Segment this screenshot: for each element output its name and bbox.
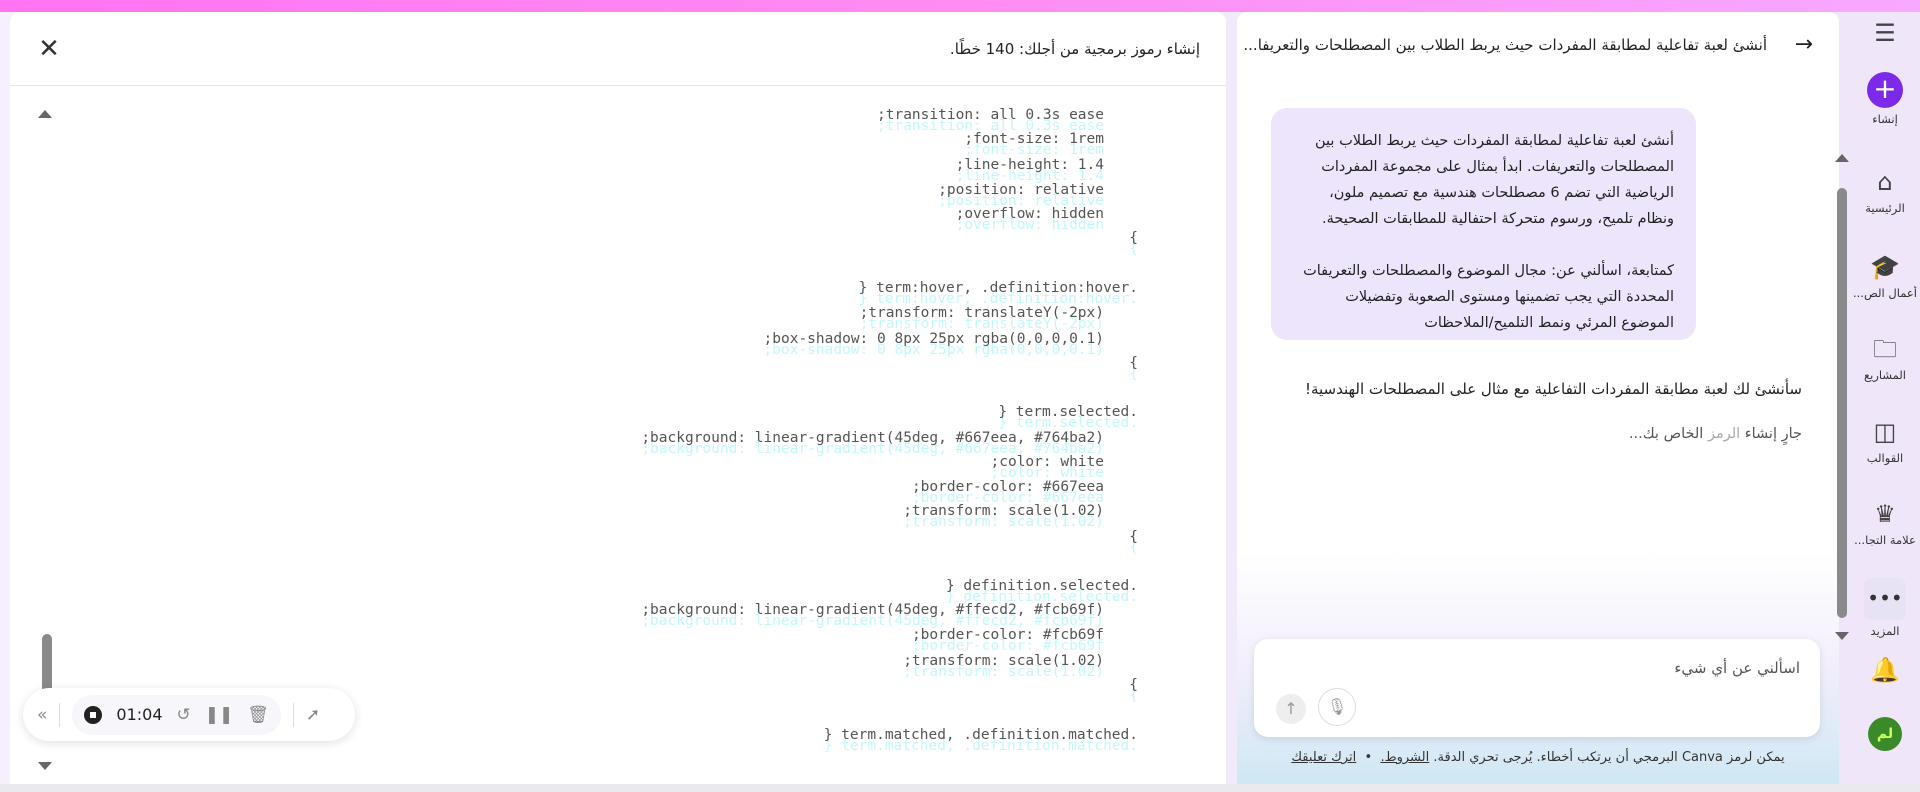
sidebar-label: علامة التجا... [1854, 533, 1916, 547]
menu-icon[interactable]: ☰ [1850, 18, 1920, 48]
top-accent-bar [0, 0, 1920, 12]
sidebar-item-projects[interactable]: 🗀 المشاريع [1850, 334, 1920, 382]
code-panel-header: ✕ إنشاء رموز برمجية من أجلك: 140 خطًا. [10, 12, 1226, 86]
sidebar-label: القوالب [1866, 451, 1904, 465]
chat-panel: → أنشئ لعبة تفاعلية لمطابقة المفردات حيث… [1237, 12, 1839, 784]
disclaimer: يمكن لرمز Canva البرمجي أن يرتكب أخطاء. … [1291, 750, 1785, 765]
code-line: ;border-color: #fcb69f [911, 627, 1104, 643]
send-arrow-up-icon[interactable]: ↑ [1276, 694, 1306, 724]
generating-text: الخاص بك... [1628, 426, 1704, 442]
code-line: ;background: linear-gradient(45deg, #ffe… [641, 602, 1104, 618]
divider [59, 702, 61, 727]
recording-time: 01:04 [116, 705, 163, 724]
sidebar-label: المشاريع [1864, 368, 1906, 382]
more-icon: ••• [1864, 578, 1906, 620]
templates-icon: ◫ [1873, 418, 1897, 446]
code-line: ;transition: all 0.3s ease [877, 107, 1104, 123]
code-line: ;line-height: 1.4 [955, 157, 1104, 173]
trash-icon[interactable]: 🗑 [247, 705, 269, 725]
code-panel-title: إنشاء رموز برمجية من أجلك: 140 خطًا. [949, 40, 1200, 58]
scroll-up-icon[interactable] [38, 110, 52, 118]
collapse-icon[interactable]: « [37, 705, 47, 725]
code-line: ;font-size: 1rem [964, 131, 1104, 147]
code-line: } term:hover, .definition:hover. [858, 280, 1138, 296]
sidebar-item-brand[interactable]: ♛ علامة التجا... [1850, 499, 1920, 547]
code-line: } definition.selected. [945, 578, 1138, 594]
pointer-icon[interactable]: ➚ [306, 705, 320, 725]
user-message-p1: أنشئ لعبة تفاعلية لمطابقة المفردات حيث ي… [1315, 133, 1674, 227]
code-scrollbar[interactable] [38, 102, 52, 772]
code-line: ;transform: translateY(-2px) [859, 305, 1104, 321]
sidebar-item-education[interactable]: 🎓 أعمال الص... [1850, 252, 1920, 300]
avatar[interactable]: لم [1850, 717, 1920, 751]
recording-controls: 01:04 ↺ ❚❚ 🗑 [72, 694, 281, 735]
code-line: ;transform: scale(1.02) [903, 653, 1104, 669]
notifications-bell-icon[interactable]: 🔔 [1850, 655, 1920, 685]
assistant-message: سأنشئ لك لعبة مطابقة المفردات التفاعلية … [1304, 380, 1802, 398]
code-line: } term.selected. [998, 404, 1138, 420]
code-line: } term.matched, .definition.matched. [823, 727, 1138, 743]
code-line: { [1129, 230, 1138, 246]
generating-text: الرمز [1707, 426, 1741, 442]
code-line: ;color: white [990, 454, 1105, 470]
code-line: ;background: linear-gradient(45deg, #667… [641, 430, 1104, 446]
bottom-thumbnail-strip [0, 784, 1920, 792]
code-line: { [1129, 677, 1138, 693]
code-line: ;position: relative [938, 182, 1104, 198]
chat-input-placeholder[interactable]: اسألني عن أي شيء [1674, 659, 1800, 677]
code-line: { [1129, 529, 1138, 545]
plus-icon: + [1867, 72, 1903, 108]
scroll-up-icon[interactable] [1835, 154, 1849, 162]
arrow-right-icon[interactable]: → [1795, 32, 1813, 57]
avatar-initials: لم [1868, 717, 1902, 751]
code-line: ;border-color: #667eea [911, 479, 1104, 495]
sidebar-item-more[interactable]: ••• المزيد [1850, 578, 1920, 638]
pause-icon[interactable]: ❚❚ [205, 705, 234, 725]
code-line: ;box-shadow: 0 8px 25px rgba(0,0,0,0.1) [763, 331, 1104, 347]
recording-toolbar: « 01:04 ↺ ❚❚ 🗑 ➚ [23, 688, 355, 741]
sidebar-label: المزيد [1870, 624, 1900, 638]
scroll-down-icon[interactable] [38, 762, 52, 770]
chat-input[interactable]: اسألني عن أي شيء ↑ 🎙 [1254, 639, 1820, 737]
user-message: أنشئ لعبة تفاعلية لمطابقة المفردات حيث ي… [1271, 108, 1696, 340]
generating-text: جارٍ إنشاء [1744, 426, 1802, 442]
divider [292, 702, 294, 727]
home-icon: ⌂ [1877, 168, 1893, 196]
disclaimer-text: يمكن لرمز Canva البرمجي أن يرتكب أخطاء. … [1433, 750, 1785, 765]
code-line: ;transform: scale(1.02) [903, 503, 1104, 519]
stop-recording-icon[interactable] [84, 705, 103, 724]
code-panel: ✕ إنشاء رموز برمجية من أجلك: 140 خطًا. ;… [10, 12, 1226, 786]
microphone-icon[interactable]: 🎙 [1318, 688, 1356, 726]
user-message-p2: كمتابعة، اسألني عن: مجال الموضوع والمصطل… [1303, 263, 1674, 331]
code-line: ;overflow: hidden [955, 206, 1104, 222]
restart-icon[interactable]: ↺ [177, 705, 191, 725]
feedback-link[interactable]: اترك تعليقك [1291, 750, 1356, 765]
terms-link[interactable]: الشروط. [1380, 750, 1429, 765]
sidebar: ☰ + إنشاء ⌂ الرئيسية 🎓 أعمال الص... 🗀 المشار… [1850, 12, 1920, 784]
chat-scrollbar[interactable] [1835, 150, 1849, 650]
generating-status: جارٍ إنشاء الرمز الخاص بك... [1629, 426, 1802, 442]
scrollbar-thumb[interactable] [1837, 188, 1847, 618]
sidebar-label: أعمال الص... [1853, 286, 1917, 300]
chat-title: أنشئ لعبة تفاعلية لمطابقة المفردات حيث ي… [1243, 36, 1767, 54]
sidebar-label: إنشاء [1872, 112, 1898, 126]
graduation-cap-icon: 🎓 [1870, 253, 1900, 281]
sidebar-item-home[interactable]: ⌂ الرئيسية [1850, 167, 1920, 215]
scroll-down-icon[interactable] [1835, 632, 1849, 640]
close-icon[interactable]: ✕ [34, 34, 64, 64]
sidebar-item-templates[interactable]: ◫ القوالب [1850, 417, 1920, 465]
sidebar-item-create[interactable]: + إنشاء [1850, 72, 1920, 126]
sidebar-label: الرئيسية [1865, 201, 1905, 215]
code-line: { [1129, 355, 1138, 371]
folder-icon: 🗀 [1873, 335, 1897, 363]
brand-crown-icon: ♛ [1874, 500, 1896, 528]
